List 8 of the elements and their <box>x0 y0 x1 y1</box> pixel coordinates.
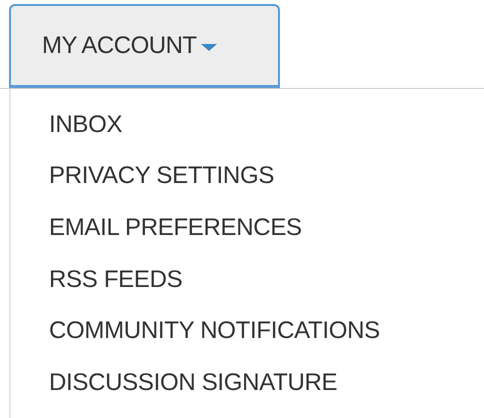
menu-item[interactable]: EMAIL PREFERENCES <box>49 210 302 246</box>
menu-item[interactable]: DISCUSSION SIGNATURE <box>49 364 338 401</box>
menu-item[interactable]: PRIVACY SETTINGS <box>49 158 274 194</box>
menu-item[interactable]: RSS FEEDS <box>49 262 182 298</box>
menu-item[interactable]: COMMUNITY NOTIFICATIONS <box>49 313 380 350</box>
caret-icon <box>200 44 217 52</box>
menu-item[interactable]: INBOX <box>49 106 122 143</box>
account-menu-button[interactable]: MY ACCOUNT <box>9 4 280 88</box>
